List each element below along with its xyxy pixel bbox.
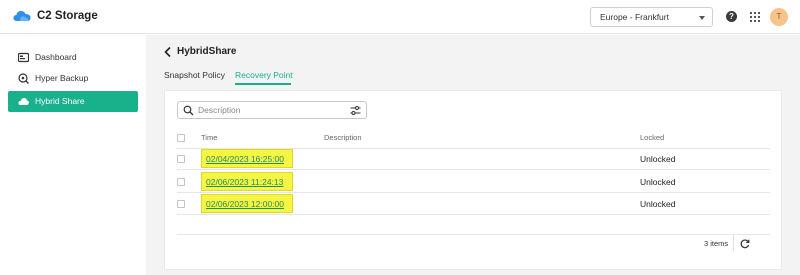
avatar[interactable]: T [770, 8, 788, 26]
cloud-icon [18, 98, 29, 105]
search-box[interactable] [177, 101, 367, 119]
sidebar-item-label: Hyper Backup [35, 73, 89, 83]
active-tab-indicator [235, 83, 291, 85]
divider [177, 192, 770, 193]
apps-grid-icon[interactable] [750, 12, 760, 22]
row-checkbox[interactable] [177, 200, 185, 208]
select-all-checkbox[interactable] [177, 134, 185, 142]
back-arrow-icon[interactable] [163, 46, 173, 58]
locked-status: Unlocked [640, 199, 676, 209]
chevron-down-icon [699, 16, 705, 20]
region-select[interactable]: Europe - Frankfurt [590, 7, 713, 27]
locked-status: Unlocked [640, 154, 676, 164]
divider [177, 214, 770, 215]
recovery-point-time-link[interactable]: 02/06/2023 11:24:13 [201, 172, 293, 191]
sidebar-item-label: Hybrid Share [35, 96, 85, 106]
tab-recovery-point[interactable]: Recovery Point [235, 70, 293, 80]
main-content: HybridShare Snapshot Policy Recovery Poi… [146, 35, 800, 275]
footer-divider [177, 234, 770, 235]
recovery-point-time-link[interactable]: 02/06/2023 12:00:00 [201, 194, 293, 213]
refresh-icon[interactable] [740, 239, 750, 249]
recovery-point-time: 02/06/2023 12:00:00 [206, 199, 284, 209]
region-select-value: Europe - Frankfurt [600, 12, 669, 22]
recovery-point-time: 02/04/2023 16:25:00 [206, 154, 284, 164]
recovery-point-time-link[interactable]: 02/04/2023 16:25:00 [201, 149, 293, 168]
row-checkbox[interactable] [177, 155, 185, 163]
tab-snapshot-policy[interactable]: Snapshot Policy [164, 70, 225, 80]
column-header-description[interactable]: Description [324, 133, 362, 142]
dashboard-icon [18, 52, 29, 63]
sidebar-item-hybrid-share[interactable]: Hybrid Share [8, 91, 138, 112]
row-checkbox[interactable] [177, 178, 185, 186]
sidebar: Dashboard Hyper Backup Hybrid Share [0, 35, 146, 275]
search-input[interactable] [198, 104, 343, 116]
top-bar: C2 Storage Europe - Frankfurt ? T [0, 0, 800, 34]
search-icon [183, 105, 194, 116]
app-title: C2 Storage [37, 10, 98, 22]
filter-settings-icon[interactable] [350, 105, 361, 116]
help-icon[interactable]: ? [726, 11, 737, 22]
recovery-point-time: 02/06/2023 11:24:13 [206, 177, 284, 187]
locked-status: Unlocked [640, 177, 676, 187]
sidebar-item-dashboard[interactable]: Dashboard [8, 47, 138, 68]
column-header-locked[interactable]: Locked [640, 133, 664, 142]
sidebar-item-label: Dashboard [35, 52, 77, 62]
column-header-time[interactable]: Time [201, 133, 217, 142]
divider [733, 235, 734, 251]
cloud-logo-icon [13, 11, 31, 21]
page-title: HybridShare [177, 46, 237, 57]
hyper-backup-icon [18, 73, 29, 84]
divider [177, 169, 770, 170]
sidebar-item-hyper-backup[interactable]: Hyper Backup [8, 68, 138, 89]
items-count: 3 items [704, 239, 729, 248]
recovery-point-panel: Time Description Locked 02/04/2023 16:25… [164, 90, 782, 270]
